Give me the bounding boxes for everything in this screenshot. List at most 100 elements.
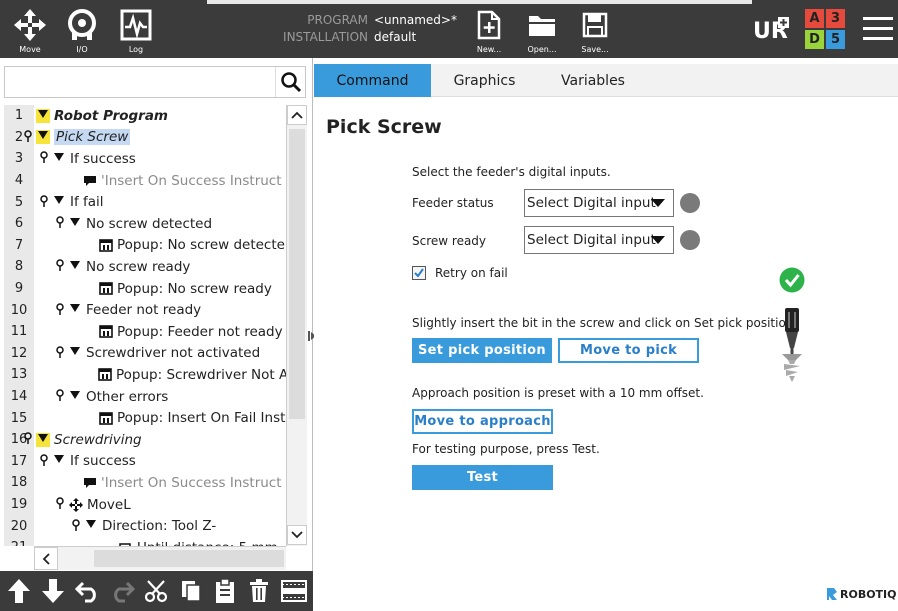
status-a: A <box>805 9 824 28</box>
search-icon[interactable] <box>275 67 305 97</box>
expand-toggle-icon[interactable] <box>68 390 82 404</box>
tree-row[interactable]: 5 If fail <box>4 191 286 213</box>
breakpoint-pin-icon[interactable] <box>54 497 66 512</box>
breakpoint-pin-icon[interactable] <box>54 259 66 274</box>
move-to-pick-button[interactable]: Move to pick <box>558 338 699 363</box>
tree-row[interactable]: 1 Robot Program <box>4 105 286 127</box>
expand-toggle-icon[interactable] <box>68 217 82 231</box>
tree-horizontal-scrollbar[interactable] <box>34 546 286 570</box>
delete-icon[interactable] <box>244 576 274 606</box>
breakpoint-pin-icon[interactable] <box>38 454 50 469</box>
tree-row-label: Popup: Feeder not ready <box>117 323 283 340</box>
top-bar: Move I/O Log PROGRAM <unnamed>* INSTALLAT… <box>0 0 898 58</box>
tree-row[interactable]: 3 If success <box>4 148 286 170</box>
status-grid[interactable]: A 3 D 5 <box>805 9 845 49</box>
expand-toggle-icon[interactable] <box>52 454 66 468</box>
tree-row[interactable]: 18 'Insert On Success Instruct <box>4 472 286 494</box>
feeder-status-dropdown[interactable]: Select Digital input <box>524 189 674 217</box>
new-file-icon <box>471 6 507 44</box>
io-tab-button[interactable]: I/O <box>62 0 102 58</box>
save-button[interactable]: Save... <box>578 0 612 58</box>
tree-row[interactable]: 9 Popup: No screw ready <box>4 277 286 300</box>
save-label: Save... <box>581 45 609 54</box>
screw-ready-dropdown[interactable]: Select Digital input <box>524 226 674 254</box>
breakpoint-pin-icon[interactable] <box>54 302 66 318</box>
tree-vertical-scrollbar[interactable] <box>286 105 307 546</box>
tab-graphics[interactable]: Graphics <box>431 64 538 97</box>
program-key: PROGRAM <box>307 13 368 27</box>
tree-row[interactable]: 21Until distance: 5 mm <box>4 537 286 546</box>
tree-row[interactable]: 16 Screwdriving <box>4 429 286 451</box>
program-info: PROGRAM <unnamed>* INSTALLATION default <box>282 12 457 46</box>
tree-row[interactable]: 8 No screw ready <box>4 256 286 278</box>
tree-row[interactable]: 6 No screw detected <box>4 213 286 235</box>
move-up-icon[interactable] <box>4 576 34 606</box>
tree-row[interactable]: 2 Pick Screw <box>4 126 286 149</box>
breakpoint-pin-icon[interactable] <box>54 346 66 361</box>
copy-icon[interactable] <box>176 576 206 606</box>
retry-on-fail-checkbox[interactable] <box>412 266 426 280</box>
new-button[interactable]: New... <box>472 0 506 58</box>
breakpoint-pin-icon[interactable] <box>70 518 82 534</box>
open-button[interactable]: Open... <box>525 0 559 58</box>
tree-row[interactable]: 19 MoveL <box>4 493 286 516</box>
hamburger-menu-icon[interactable] <box>862 14 894 44</box>
tree-row-label: If fail <box>70 194 104 211</box>
tree-row[interactable]: 20 Direction: Tool Z- <box>4 515 286 537</box>
tree-row[interactable]: 11 Popup: Feeder not ready <box>4 321 286 343</box>
expand-toggle-icon[interactable] <box>52 195 66 209</box>
expand-toggle-icon[interactable] <box>52 152 66 166</box>
breakpoint-pin-icon[interactable] <box>54 216 66 231</box>
move-tab-button[interactable]: Move <box>10 0 50 58</box>
tree-row-label: Other errors <box>86 388 169 405</box>
tree-line-number: 8 <box>4 256 34 278</box>
cut-icon[interactable] <box>141 576 171 606</box>
expand-toggle-icon[interactable] <box>36 432 50 447</box>
save-disk-icon <box>577 6 613 44</box>
tree-row[interactable]: 13 Popup: Screwdriver Not A <box>4 364 286 386</box>
expand-toggle-icon[interactable] <box>68 346 82 360</box>
paste-icon[interactable] <box>210 576 240 606</box>
expand-toggle-icon[interactable] <box>68 260 82 274</box>
move-down-icon[interactable] <box>38 576 68 606</box>
tree-row[interactable]: 14 Other errors <box>4 385 286 408</box>
set-pick-position-button[interactable]: Set pick position <box>412 338 552 363</box>
redo-icon[interactable] <box>107 576 137 606</box>
vertical-scroll-thumb[interactable] <box>289 129 305 419</box>
tree-row[interactable]: 15 Popup: Insert On Fail Inst <box>4 407 286 429</box>
log-tab-button[interactable]: Log <box>116 0 156 58</box>
tab-command[interactable]: Command <box>314 64 431 97</box>
tree-row-label: Popup: Screwdriver Not A <box>116 366 286 383</box>
expand-toggle-icon[interactable] <box>36 108 50 123</box>
expand-toggle-icon[interactable] <box>68 303 82 317</box>
breakpoint-pin-icon[interactable] <box>54 389 66 404</box>
panel-tabs: Command Graphics Variables <box>314 64 898 97</box>
breakpoint-pin-icon[interactable] <box>22 130 34 145</box>
expand-toggle-icon[interactable] <box>36 130 50 145</box>
breakpoint-pin-icon[interactable] <box>22 432 34 447</box>
tree-search-input[interactable] <box>4 66 306 98</box>
tree-row[interactable]: 17 If success <box>4 450 286 473</box>
comment-icon <box>82 173 97 188</box>
tab-variables[interactable]: Variables <box>538 64 648 97</box>
tree-row-label: MoveL <box>87 496 131 513</box>
scroll-up-icon[interactable] <box>287 105 307 125</box>
new-label: New... <box>476 45 502 54</box>
status-d: D <box>805 30 824 49</box>
tree-row[interactable]: 12 Screwdriver not activated <box>4 342 286 365</box>
scroll-left-icon[interactable] <box>34 547 58 570</box>
scroll-down-icon[interactable] <box>287 525 307 545</box>
test-button[interactable]: Test <box>412 465 553 490</box>
tree-line-number: 20 <box>4 515 34 537</box>
urcaps-icon[interactable]: UR <box>752 14 790 44</box>
tree-row[interactable]: 7 Popup: No screw detecte <box>4 234 286 257</box>
tree-row[interactable]: 4 'Insert On Success Instruct <box>4 169 286 192</box>
breakpoint-pin-icon[interactable] <box>38 194 50 210</box>
move-to-approach-button[interactable]: Move to approach <box>412 409 553 434</box>
undo-icon[interactable] <box>73 576 103 606</box>
horizontal-scroll-thumb[interactable] <box>94 550 284 567</box>
expand-toggle-icon[interactable] <box>84 519 98 533</box>
suppress-icon[interactable] <box>279 576 309 606</box>
breakpoint-pin-icon[interactable] <box>38 151 50 166</box>
tree-row[interactable]: 10 Feeder not ready <box>4 299 286 321</box>
